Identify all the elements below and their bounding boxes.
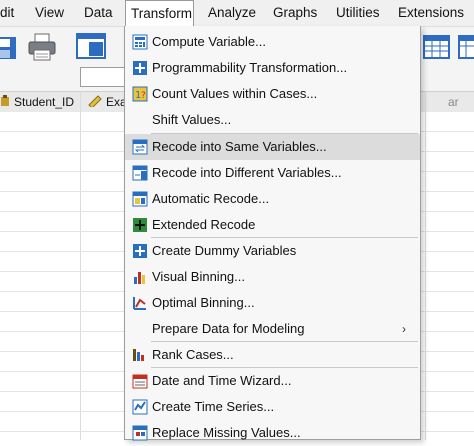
menu-item-programmability-transformation[interactable]: Programmability Transformation... [125,55,420,81]
column-header-var[interactable]: ar [448,92,459,112]
menu-item-label: Extended Recode [152,217,256,232]
menu-item-count-values[interactable]: 1 ? Count Values within Cases... [125,81,420,107]
menu-edit[interactable]: dit [0,0,14,26]
visual-binning-icon [132,269,148,285]
print-icon[interactable] [27,32,57,62]
menu-item-recode-different-variables[interactable]: Recode into Different Variables... [125,160,420,186]
menu-analyze[interactable]: Analyze [208,0,256,26]
ruler-icon [0,93,10,113]
menu-transform[interactable]: Transform [125,0,194,26]
plus-box-icon [132,243,148,259]
menu-item-automatic-recode[interactable]: Automatic Recode... [125,186,420,212]
menu-item-label: Automatic Recode... [152,191,270,206]
recode-same-icon [132,139,148,155]
split-file-icon[interactable] [458,35,474,59]
menu-view[interactable]: View [35,0,64,26]
menu-item-recode-same-variables[interactable]: Recode into Same Variables... [125,134,420,160]
menu-item-replace-missing-values[interactable]: Replace Missing Values... [125,420,420,446]
menu-item-create-dummy-variables[interactable]: Create Dummy Variables [125,238,420,264]
menu-item-label: Prepare Data for Modeling [152,321,305,336]
table-icon[interactable] [423,35,450,59]
menu-item-label: Visual Binning... [152,269,245,284]
column-header-exa[interactable]: Exa [88,92,127,112]
calendar-icon [132,373,148,389]
column-header-student-id[interactable]: Student_ID [0,92,74,112]
menu-item-label: Create Dummy Variables [152,243,297,258]
menu-item-label: Recode into Same Variables... [152,139,327,154]
menu-item-label: Shift Values... [152,112,232,127]
menu-item-date-time-wizard[interactable]: Date and Time Wizard... [125,368,420,394]
menu-item-label: Count Values within Cases... [152,86,318,101]
menu-item-extended-recode[interactable]: Extended Recode [125,212,420,238]
extended-recode-icon [132,217,148,233]
ruler-icon [88,93,102,113]
menu-item-create-time-series[interactable]: Create Time Series... [125,394,420,420]
menu-item-label: Optimal Binning... [152,295,255,310]
menu-data[interactable]: Data [84,0,113,26]
automatic-recode-icon [132,191,148,207]
column-divider [425,91,426,440]
menu-item-label: Compute Variable... [152,34,266,49]
column-divider [80,91,81,440]
menu-item-optimal-binning[interactable]: Optimal Binning... [125,290,420,316]
plus-box-icon [132,60,148,76]
submenu-arrow-icon: › [402,322,406,336]
menu-item-prepare-data-for-modeling[interactable]: Prepare Data for Modeling › [125,316,420,342]
menu-graphs[interactable]: Graphs [273,0,317,26]
menu-item-label: Replace Missing Values... [152,425,301,440]
transform-menu: Compute Variable... Programmability Tran… [124,26,421,441]
time-series-icon [132,399,148,415]
optimal-binning-icon [132,295,148,311]
menu-item-label: Recode into Different Variables... [152,165,342,180]
menu-item-label: Programmability Transformation... [152,60,348,75]
menu-item-visual-binning[interactable]: Visual Binning... [125,264,420,290]
menu-item-label: Rank Cases... [152,347,234,362]
rank-cases-icon [132,347,148,363]
calculator-icon [132,34,148,50]
replace-missing-icon [132,425,148,441]
column-label: ar [448,95,459,109]
save-icon[interactable] [0,34,18,60]
menu-item-compute-variable[interactable]: Compute Variable... [125,29,420,55]
svg-text:?: ? [141,91,146,101]
menu-item-label: Date and Time Wizard... [152,373,292,388]
menu-utilities[interactable]: Utilities [336,0,380,26]
menu-bar: dit View Data Transform Analyze Graphs U… [0,0,474,27]
recode-different-icon [132,165,148,181]
count-icon: 1 ? [132,86,148,102]
column-label: Student_ID [14,95,75,109]
menu-item-label: Create Time Series... [152,399,275,414]
menu-item-shift-values[interactable]: Shift Values... [125,107,420,133]
menu-extensions[interactable]: Extensions [398,0,464,26]
recall-dialog-icon[interactable] [76,33,106,61]
menu-item-rank-cases[interactable]: Rank Cases... [125,342,420,368]
